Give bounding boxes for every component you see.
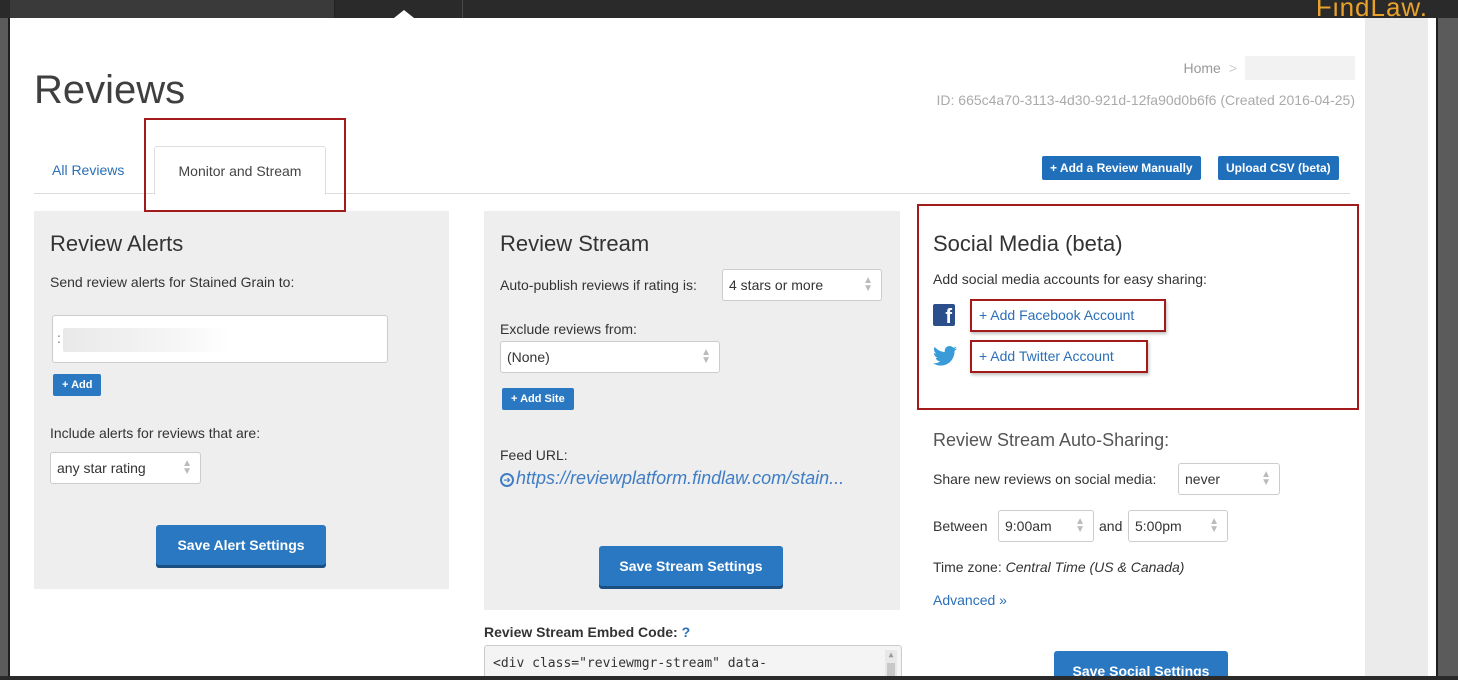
bottom-taskbar-strip	[0, 676, 1458, 680]
end-time-selected: 5:00pm	[1135, 518, 1182, 534]
end-time-select[interactable]: 5:00pm ▲ ▼	[1128, 510, 1228, 542]
breadcrumb-current-redacted	[1245, 56, 1355, 80]
autopublish-selected: 4 stars or more	[729, 277, 824, 293]
active-nav-pointer	[394, 10, 414, 18]
and-label: and	[1099, 518, 1123, 534]
feed-url-link[interactable]: ➜ https://reviewplatform.findlaw.com/stai…	[500, 468, 844, 489]
select-arrows-icon: ▲ ▼	[701, 347, 711, 366]
main-content: Reviews Home > ID: 665c4a70-3113-4d30-92…	[10, 18, 1367, 680]
timezone-value: Central Time (US & Canada)	[1005, 559, 1185, 575]
add-site-button[interactable]: + Add Site	[502, 388, 574, 410]
autopublish-label: Auto-publish reviews if rating is:	[500, 277, 697, 293]
social-media-heading: Social Media (beta)	[933, 231, 1123, 256]
app-frame: Reviews Home > ID: 665c4a70-3113-4d30-92…	[8, 18, 1438, 680]
share-frequency-selected: never	[1185, 471, 1221, 487]
alert-email-redacted	[63, 328, 228, 352]
scroll-up-icon[interactable]: ▲	[885, 650, 897, 659]
tab-monitor-and-stream[interactable]: Monitor and Stream	[154, 146, 326, 195]
topbar-divider	[462, 0, 463, 18]
tab-all-reviews[interactable]: All Reviews	[52, 162, 124, 178]
exclude-selected: (None)	[507, 349, 550, 365]
feed-url-text: https://reviewplatform.findlaw.com/stain…	[516, 468, 845, 488]
review-alerts-panel: Review Alerts Send review alerts for Sta…	[34, 211, 449, 589]
timezone-label: Time zone:	[933, 559, 1002, 575]
social-media-desc: Add social media accounts for easy shari…	[933, 271, 1207, 287]
start-time-selected: 9:00am	[1005, 518, 1052, 534]
embed-help-link[interactable]: ?	[682, 624, 691, 640]
feed-url-label: Feed URL:	[500, 447, 568, 463]
record-id: ID: 665c4a70-3113-4d30-921d-12fa90d0b6f6…	[936, 92, 1356, 108]
embed-code-text: <div class="reviewmgr-stream" data-	[493, 656, 767, 671]
add-review-manually-button[interactable]: + Add a Review Manually	[1042, 156, 1201, 180]
add-twitter-account-link[interactable]: + Add Twitter Account	[979, 348, 1114, 364]
add-facebook-account-link[interactable]: + Add Facebook Account	[979, 307, 1134, 323]
alert-email-value: :	[57, 330, 61, 346]
save-stream-settings-button[interactable]: Save Stream Settings	[599, 546, 783, 586]
select-arrows-icon: ▲ ▼	[1209, 516, 1219, 535]
alert-email-input[interactable]: :	[52, 315, 388, 363]
exclude-reviews-label: Exclude reviews from:	[500, 321, 637, 337]
select-arrows-icon: ▲ ▼	[182, 458, 192, 477]
alert-rating-select[interactable]: any star rating ▲ ▼	[50, 452, 201, 484]
chevron-right-icon: >	[1228, 60, 1237, 76]
topbar-search-slot[interactable]	[10, 0, 335, 18]
include-alerts-label: Include alerts for reviews that are:	[50, 425, 261, 441]
embed-code-label: Review Stream Embed Code: ?	[484, 624, 690, 640]
select-arrows-icon: ▲ ▼	[1261, 469, 1271, 488]
app-topbar: FindLaw.	[0, 0, 1458, 22]
start-time-select[interactable]: 9:00am ▲ ▼	[998, 510, 1094, 542]
autopublish-rating-select[interactable]: 4 stars or more ▲ ▼	[722, 269, 882, 301]
alerts-recipient-label: Send review alerts for Stained Grain to:	[50, 274, 295, 290]
review-stream-heading: Review Stream	[500, 231, 650, 256]
advanced-link[interactable]: Advanced »	[933, 592, 1007, 608]
save-alert-settings-button[interactable]: Save Alert Settings	[156, 525, 326, 565]
select-arrows-icon: ▲ ▼	[863, 275, 873, 294]
page-title: Reviews	[34, 68, 186, 112]
review-alerts-heading: Review Alerts	[50, 231, 184, 256]
twitter-icon	[933, 346, 957, 366]
embed-code-label-text: Review Stream Embed Code:	[484, 624, 678, 640]
arrow-circle-icon: ➜	[500, 473, 514, 487]
exclude-sites-select[interactable]: (None) ▲ ▼	[500, 341, 720, 373]
facebook-icon: f	[933, 304, 955, 326]
add-alert-email-button[interactable]: + Add	[53, 374, 102, 396]
share-frequency-select[interactable]: never ▲ ▼	[1178, 463, 1280, 495]
breadcrumb-home[interactable]: Home	[1183, 60, 1220, 76]
between-label: Between	[933, 518, 988, 534]
right-gutter	[1365, 18, 1428, 680]
breadcrumb: Home >	[1183, 56, 1355, 80]
upload-csv-button[interactable]: Upload CSV (beta)	[1218, 156, 1339, 180]
autoshare-heading: Review Stream Auto-Sharing:	[933, 430, 1170, 450]
embed-code-textarea[interactable]: <div class="reviewmgr-stream" data- ▲	[484, 645, 902, 680]
select-arrows-icon: ▲ ▼	[1075, 516, 1085, 535]
review-stream-panel: Review Stream Auto-publish reviews if ra…	[484, 211, 900, 610]
share-reviews-label: Share new reviews on social media:	[933, 471, 1157, 487]
timezone: Time zone: Central Time (US & Canada)	[933, 559, 1184, 575]
alert-rating-selected: any star rating	[57, 460, 146, 476]
